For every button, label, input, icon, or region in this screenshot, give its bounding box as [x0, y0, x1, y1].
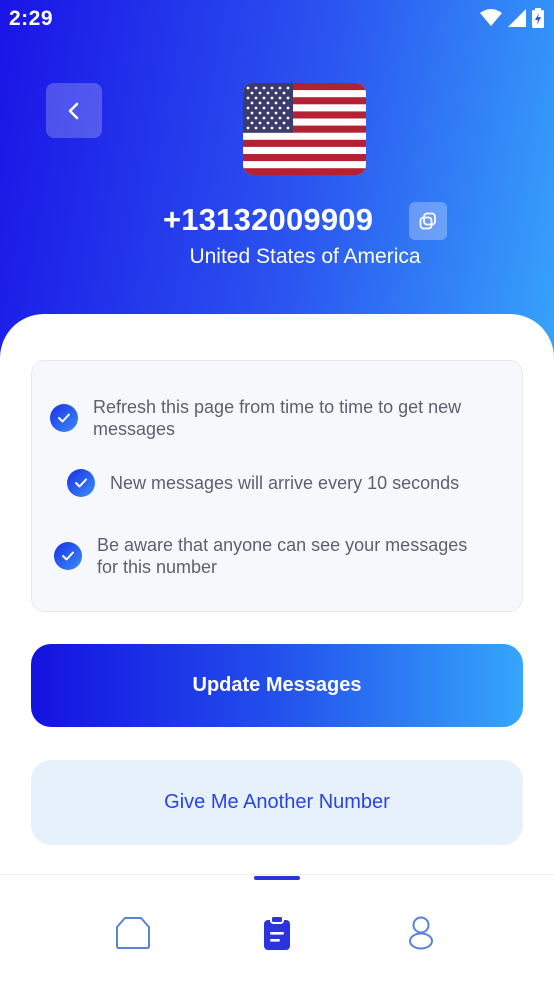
wifi-icon [480, 9, 502, 26]
check-icon [67, 469, 95, 497]
status-bar: 2:29 [0, 0, 554, 38]
info-text: Refresh this page from time to time to g… [93, 397, 462, 439]
clipboard-icon [264, 915, 290, 950]
status-time: 2:29 [9, 7, 54, 30]
update-messages-button[interactable]: Update Messages [31, 644, 523, 727]
copy-icon [419, 212, 436, 230]
check-icon [50, 404, 78, 432]
profile-icon [409, 916, 433, 950]
info-box: Refresh this page from time to time to g… [31, 360, 523, 612]
copy-button[interactable] [409, 202, 447, 240]
chevron-left-icon [68, 102, 79, 119]
active-tab-indicator [254, 876, 300, 880]
info-text: New messages will arrive every 10 second… [110, 473, 460, 493]
home-icon [116, 917, 150, 949]
phone-row: +13132009909 [0, 198, 554, 244]
nav-home[interactable] [113, 913, 153, 953]
battery-icon [532, 8, 544, 28]
us-flag-icon [243, 83, 366, 175]
phone-number: +13132009909 [163, 202, 374, 237]
nav-profile[interactable] [401, 913, 441, 953]
info-text: Be aware that anyone can see your messag… [97, 535, 468, 577]
status-icons [480, 8, 544, 28]
info-item: Refresh this page from time to time to g… [50, 396, 461, 440]
bottom-nav [0, 874, 554, 985]
back-button[interactable] [46, 83, 102, 138]
header-background [0, 0, 554, 360]
another-number-button[interactable]: Give Me Another Number [31, 760, 523, 845]
info-item: Be aware that anyone can see your messag… [54, 534, 467, 578]
check-icon [54, 542, 82, 570]
country-name: United States of America [189, 245, 421, 268]
info-item: New messages will arrive every 10 second… [67, 469, 460, 497]
nav-clipboard[interactable] [257, 913, 297, 953]
signal-icon [508, 9, 526, 27]
